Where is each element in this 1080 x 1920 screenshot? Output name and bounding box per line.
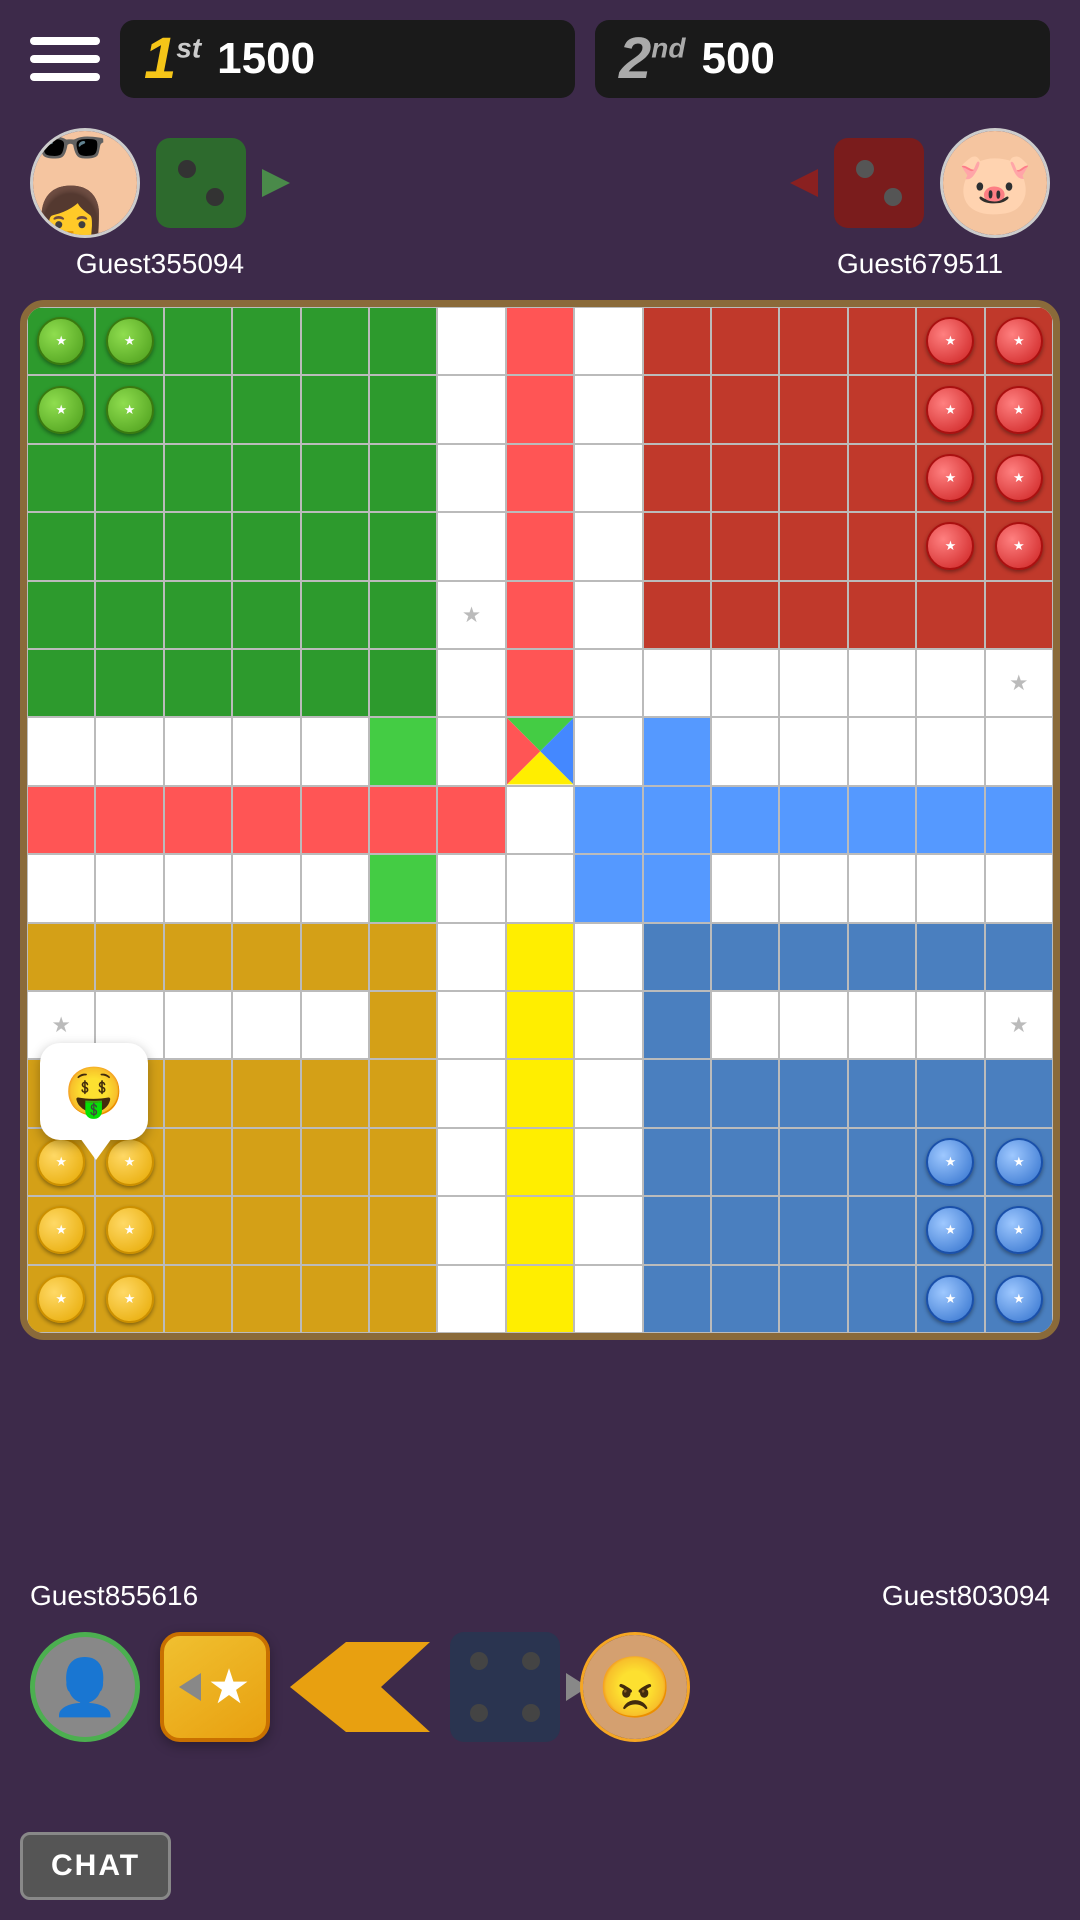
dice-top-left[interactable] <box>156 138 246 228</box>
player-bottom-right: Guest803094 <box>882 1580 1050 1612</box>
star-icon: ★ <box>207 1659 250 1715</box>
ludo-board: ★ ★ ★ ★ ★ ★ ★ ★ <box>20 300 1060 1340</box>
player-top-left: 🕶️👩 Guest355094 <box>30 128 290 280</box>
header: 1st 1500 2nd 500 <box>0 0 1080 118</box>
chat-emoji: 🤑 <box>64 1066 124 1119</box>
dice-bottom[interactable] <box>450 1632 560 1742</box>
center-cell <box>506 717 574 785</box>
first-score: 1500 <box>217 34 315 84</box>
second-score: 500 <box>701 34 774 84</box>
chat-button-area[interactable]: CHAT <box>20 1832 171 1900</box>
second-place-badge: 2nd 500 <box>595 20 1050 98</box>
chat-bubble: 🤑 <box>40 1043 148 1140</box>
player-name-top-left: Guest355094 <box>76 248 244 280</box>
player-bottom-left: Guest855616 <box>30 1580 198 1612</box>
dice-arrow-indicator <box>179 1673 201 1701</box>
action-bar: 👤 ★ 😠 <box>0 1622 1080 1752</box>
avatar-top-right: 🐷 <box>940 128 1050 238</box>
players-top-row: 🕶️👩 Guest355094 🐷 Guest679511 <box>0 118 1080 300</box>
player-top-right: 🐷 Guest679511 <box>790 128 1050 280</box>
player-name-bottom-left: Guest855616 <box>30 1580 198 1612</box>
ludo-grid: ★ ★ ★ ★ ★ ★ ★ ★ <box>27 307 1053 1333</box>
hamburger-menu[interactable] <box>30 32 100 87</box>
arrow-left-button[interactable] <box>290 1642 430 1732</box>
first-place-badge: 1st 1500 <box>120 20 575 98</box>
dice-arrow-right <box>262 169 290 197</box>
second-rank-label: 2nd <box>619 30 685 88</box>
dice-arrow-left <box>790 169 818 197</box>
players-bottom-row: Guest855616 Guest803094 <box>0 1560 1080 1622</box>
avatar-bottom-right: 😠 <box>580 1632 690 1742</box>
first-rank-label: 1st <box>144 30 201 88</box>
player-name-bottom-right: Guest803094 <box>882 1580 1050 1612</box>
chat-button[interactable]: CHAT <box>20 1832 171 1900</box>
profile-button[interactable]: 👤 <box>30 1632 140 1742</box>
player-name-top-right: Guest679511 <box>837 248 1003 280</box>
star-dice-button[interactable]: ★ <box>160 1632 270 1742</box>
avatar-top-left: 🕶️👩 <box>30 128 140 238</box>
dice-top-right[interactable] <box>834 138 924 228</box>
